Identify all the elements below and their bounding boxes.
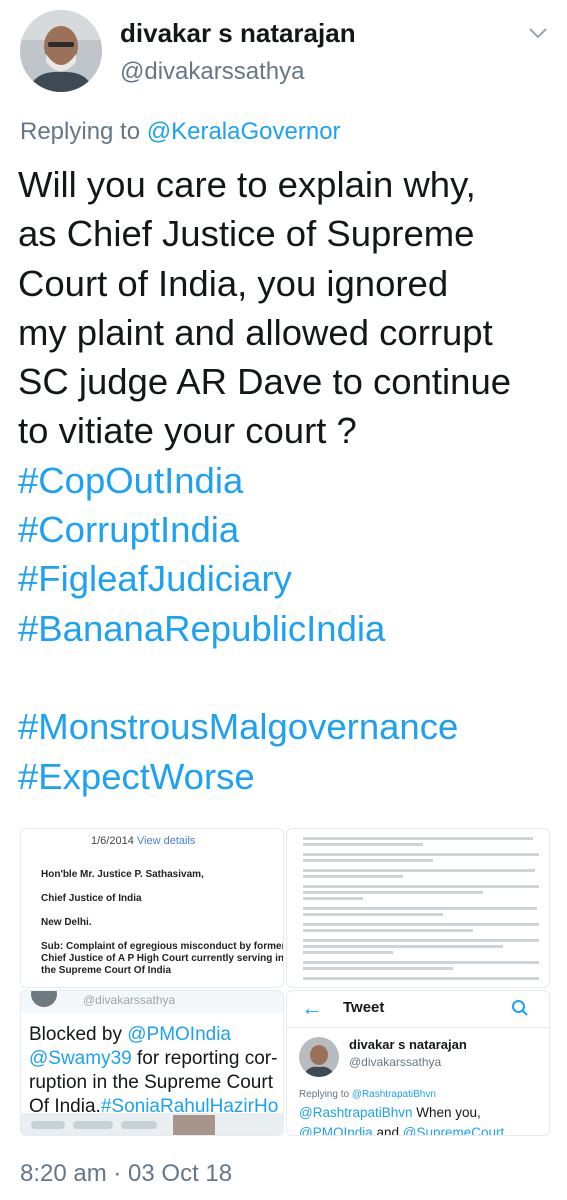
reply-to-link[interactable]: @KeralaGovernor xyxy=(147,118,341,145)
mention: @PMOIndia xyxy=(127,1024,232,1045)
search-icon xyxy=(512,1000,528,1016)
screenshot-tweet-text: Blocked by @PMOIndia @Swamy39 for report… xyxy=(29,1023,283,1119)
tweet-text: Will you care to explain why, as Chief J… xyxy=(18,160,558,801)
text: When you, xyxy=(412,1105,481,1120)
chevron-down-icon[interactable] xyxy=(528,26,548,40)
hashtag-link[interactable]: #MonstrousMalgovernance xyxy=(18,702,558,751)
thumbnail xyxy=(173,1115,215,1135)
media-image-document[interactable] xyxy=(286,828,550,988)
footer-pill xyxy=(31,1121,65,1129)
mention: @PMOIndia xyxy=(299,1125,373,1136)
hashtag-link[interactable]: #CorruptIndia xyxy=(18,505,558,554)
tweet-timestamp[interactable]: 8:20 am · 03 Oct 18 xyxy=(20,1160,232,1188)
tweet-view-text: @RashtrapatiBhvn When you, @PMOIndia and… xyxy=(299,1103,544,1136)
tweet-line: Will you care to explain why, xyxy=(18,164,476,205)
letter-line: Sub: Complaint of egregious misconduct b… xyxy=(41,941,284,952)
hashtag-link[interactable]: #CopOutIndia xyxy=(18,456,558,505)
letter-line: the Supreme Court Of India xyxy=(41,965,172,976)
tweet-line: as Chief Justice of Supreme xyxy=(18,213,475,255)
mention: @RashtrapatiBhvn xyxy=(299,1105,413,1120)
document-text-blocks xyxy=(303,837,539,980)
reply-to: @RashtrapatiBhvn xyxy=(351,1089,436,1100)
hashtag-link[interactable]: #ExpectWorse xyxy=(18,752,558,801)
tweet-view-header xyxy=(287,991,549,1028)
media-image-tweet-screenshot[interactable]: @divakarssathya Blocked by @PMOIndia @Sw… xyxy=(20,990,284,1136)
reply-prefix: Replying to xyxy=(299,1089,350,1100)
avatar xyxy=(299,1037,339,1077)
tweet-view-title: Tweet xyxy=(343,999,385,1016)
back-arrow-icon: ← xyxy=(301,995,323,1020)
tweet-line: SC judge AR Dave to continue xyxy=(18,361,512,403)
tweet-view-name: divakar s natarajan xyxy=(349,1037,467,1052)
reply-prefix: Replying to xyxy=(20,118,141,145)
screenshot-handle: @divakarssathya xyxy=(83,993,176,1007)
letter-line: New Delhi. xyxy=(41,917,92,928)
letter-date-line: 1/6/2014 View details xyxy=(91,835,195,847)
tweet-line: my plaint and allowed corrupt xyxy=(18,311,493,353)
letter-line: Hon'ble Mr. Justice P. Sathasivam, xyxy=(41,869,204,880)
text: and xyxy=(372,1125,403,1136)
view-details-link: View details xyxy=(136,835,196,847)
hashtag-link[interactable]: #BananaRepublicIndia xyxy=(18,604,558,653)
tweet-line: Court of India, you ignored xyxy=(18,262,449,304)
mention: @SupremeCourt xyxy=(402,1125,505,1136)
footer-pill xyxy=(73,1121,113,1129)
author-handle[interactable]: @divakarssathya xyxy=(120,58,304,86)
mention: @Swamy39 xyxy=(29,1048,132,1069)
media-image-letter[interactable]: 1/6/2014 View details Hon'ble Mr. Justic… xyxy=(20,828,284,988)
tweet-view-reply: Replying to @RashtrapatiBhvn xyxy=(299,1089,436,1100)
media-image-tweet-view[interactable]: ← Tweet divakar s natarajan @divakarssat… xyxy=(286,990,550,1136)
letter-line: Chief Justice of A P High Court currentl… xyxy=(41,953,284,964)
hashtag-link[interactable]: #FigleafJudiciary xyxy=(18,554,558,603)
tweet-view-handle: @divakarssathya xyxy=(349,1055,442,1069)
letter-date: 1/6/2014 xyxy=(91,835,134,847)
footer-pill xyxy=(121,1121,157,1129)
tweet-line: to vitiate your court ? xyxy=(18,410,357,452)
text: Blocked by xyxy=(29,1024,128,1045)
author-avatar[interactable] xyxy=(20,10,102,92)
reply-context: Replying to @KeralaGovernor xyxy=(20,118,341,146)
author-display-name[interactable]: divakar s natarajan xyxy=(120,18,356,49)
letter-line: Chief Justice of India xyxy=(41,893,142,904)
